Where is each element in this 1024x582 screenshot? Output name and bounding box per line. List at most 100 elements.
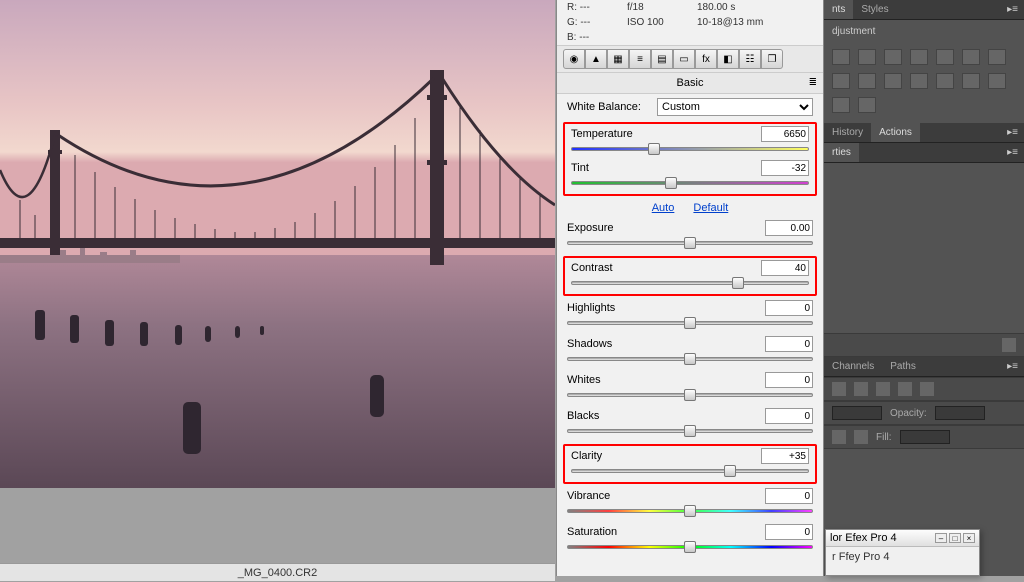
saturation-slider[interactable] xyxy=(567,542,813,552)
filter-smart-icon[interactable] xyxy=(920,382,934,396)
collapse-icon[interactable]: ▸≡ xyxy=(1001,0,1024,19)
close-icon[interactable]: × xyxy=(963,533,975,543)
whites-input[interactable] xyxy=(765,372,813,388)
adj-posterize-icon[interactable] xyxy=(962,73,980,89)
blacks-input[interactable] xyxy=(765,408,813,424)
tab-detail-icon[interactable]: ▦ xyxy=(607,49,629,69)
tab-fx-icon[interactable]: fx xyxy=(695,49,717,69)
adj-curves-icon[interactable] xyxy=(884,49,902,65)
shadows-slider[interactable] xyxy=(567,354,813,364)
tab-styles[interactable]: Styles xyxy=(853,0,896,19)
adj-brightness-icon[interactable] xyxy=(832,49,850,65)
clarity-slider[interactable] xyxy=(571,466,809,476)
blendmode-select[interactable] xyxy=(832,406,882,420)
tab-lens-icon[interactable]: ▭ xyxy=(673,49,695,69)
wb-sliders-highlight: Temperature Tint xyxy=(563,122,817,196)
tab-camera-icon[interactable]: ◧ xyxy=(717,49,739,69)
adj-invert-icon[interactable] xyxy=(936,73,954,89)
plugin-window[interactable]: lor Efex Pro 4 – □ × r Ffey Pro 4 xyxy=(825,529,980,576)
tab-snapshots-icon[interactable]: ❐ xyxy=(761,49,783,69)
clarity-highlight: Clarity xyxy=(563,444,817,484)
properties-tabs: rties ▸≡ xyxy=(824,143,1024,163)
properties-footer xyxy=(824,333,1024,357)
image-preview xyxy=(0,0,555,490)
clarity-input[interactable] xyxy=(761,448,809,464)
collapse-icon-2b[interactable]: ▸≡ xyxy=(1001,143,1024,162)
tab-basic-icon[interactable]: ◉ xyxy=(563,49,585,69)
blacks-slider[interactable] xyxy=(567,426,813,436)
adjustments-tabs: nts Styles ▸≡ xyxy=(824,0,1024,20)
whites-slider[interactable] xyxy=(567,390,813,400)
tab-history[interactable]: History xyxy=(824,123,871,142)
tab-actions[interactable]: Actions xyxy=(871,123,920,142)
tint-slider[interactable] xyxy=(571,178,809,188)
tab-paths[interactable]: Paths xyxy=(882,357,924,376)
tint-input[interactable] xyxy=(761,160,809,176)
adj-channelmixer-icon[interactable] xyxy=(884,73,902,89)
adj-hue-icon[interactable] xyxy=(962,49,980,65)
adj-exposure-icon[interactable] xyxy=(910,49,928,65)
white-balance-row: White Balance: Custom xyxy=(557,94,823,120)
tab-adjustments[interactable]: nts xyxy=(824,0,853,19)
right-panels: nts Styles ▸≡ djustment History Actions … xyxy=(824,0,1024,576)
temperature-input[interactable] xyxy=(761,126,809,142)
auto-link[interactable]: Auto xyxy=(652,202,675,214)
adj-bw-icon[interactable] xyxy=(832,73,850,89)
readout-row-1: R: --- f/18 180.00 s xyxy=(557,0,823,15)
maximize-icon[interactable]: □ xyxy=(949,533,961,543)
exposure-input[interactable] xyxy=(765,220,813,236)
temperature-slider[interactable] xyxy=(571,144,809,154)
adj-colorbalance-icon[interactable] xyxy=(988,49,1006,65)
exposure-slider[interactable] xyxy=(567,238,813,248)
fill-strip: Fill: xyxy=(824,425,1024,449)
adj-vibrance-icon[interactable] xyxy=(936,49,954,65)
panel-menu-icon[interactable]: ≣ xyxy=(809,77,817,88)
vibrance-label: Vibrance xyxy=(567,490,610,502)
adj-gradientmap-icon[interactable] xyxy=(832,97,850,113)
contrast-slider[interactable] xyxy=(571,278,809,288)
adj-photofilter-icon[interactable] xyxy=(858,73,876,89)
trash-icon[interactable] xyxy=(1002,338,1016,352)
readout-row-2: G: --- ISO 100 10-18@13 mm xyxy=(557,15,823,30)
filter-shape-icon[interactable] xyxy=(898,382,912,396)
collapse-icon-2[interactable]: ▸≡ xyxy=(1001,123,1024,142)
contrast-input[interactable] xyxy=(761,260,809,276)
readout-row-3: B: --- xyxy=(557,30,823,45)
vibrance-slider[interactable] xyxy=(567,506,813,516)
auto-default-links: Auto Default xyxy=(557,198,823,218)
minimize-icon[interactable]: – xyxy=(935,533,947,543)
white-balance-select[interactable]: Custom xyxy=(657,98,813,116)
lock-pos-icon[interactable] xyxy=(854,430,868,444)
adj-selectivecolor-icon[interactable] xyxy=(858,97,876,113)
filter-pixlayer-icon[interactable] xyxy=(832,382,846,396)
vibrance-input[interactable] xyxy=(765,488,813,504)
tab-channels[interactable]: Channels xyxy=(824,357,882,376)
adj-levels-icon[interactable] xyxy=(858,49,876,65)
tab-presets-icon[interactable]: ☷ xyxy=(739,49,761,69)
highlights-slider[interactable] xyxy=(567,318,813,328)
collapse-icon-3[interactable]: ▸≡ xyxy=(1001,357,1024,376)
filter-type-icon[interactable] xyxy=(876,382,890,396)
adj-threshold-icon[interactable] xyxy=(988,73,1006,89)
shadows-label: Shadows xyxy=(567,338,612,350)
saturation-block: Saturation xyxy=(557,522,823,558)
tab-hsl-icon[interactable]: ≡ xyxy=(629,49,651,69)
plugin-titlebar[interactable]: lor Efex Pro 4 – □ × xyxy=(826,530,979,547)
adj-colorlookup-icon[interactable] xyxy=(910,73,928,89)
opacity-label: Opacity: xyxy=(890,408,927,419)
lock-icon[interactable] xyxy=(832,430,846,444)
tab-split-icon[interactable]: ▤ xyxy=(651,49,673,69)
saturation-label: Saturation xyxy=(567,526,617,538)
fill-input[interactable] xyxy=(900,430,950,444)
default-link[interactable]: Default xyxy=(693,202,728,214)
saturation-input[interactable] xyxy=(765,524,813,540)
tab-curve-icon[interactable]: ▲ xyxy=(585,49,607,69)
opacity-input[interactable] xyxy=(935,406,985,420)
tab-properties[interactable]: rties xyxy=(824,143,859,162)
filter-adjlayer-icon[interactable] xyxy=(854,382,868,396)
filename-bar: _MG_0400.CR2 xyxy=(0,563,555,581)
shadows-input[interactable] xyxy=(765,336,813,352)
adjustment-icons xyxy=(824,43,1024,123)
highlights-input[interactable] xyxy=(765,300,813,316)
temperature-label: Temperature xyxy=(571,128,633,140)
